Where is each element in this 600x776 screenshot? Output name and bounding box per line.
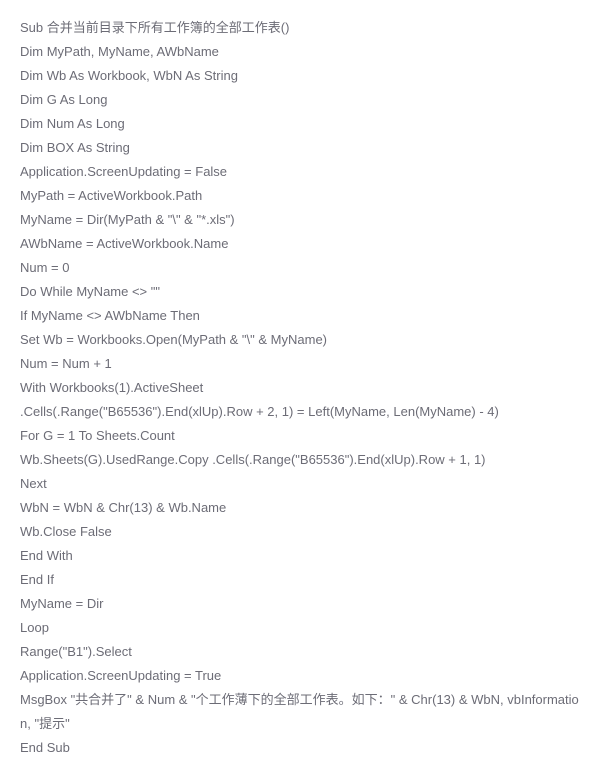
code-line: Application.ScreenUpdating = True	[20, 664, 580, 688]
code-line: Do While MyName <> ""	[20, 280, 580, 304]
code-line: End If	[20, 568, 580, 592]
code-line: WbN = WbN & Chr(13) & Wb.Name	[20, 496, 580, 520]
code-line: For G = 1 To Sheets.Count	[20, 424, 580, 448]
code-line: Num = 0	[20, 256, 580, 280]
code-line: AWbName = ActiveWorkbook.Name	[20, 232, 580, 256]
code-line: Dim Num As Long	[20, 112, 580, 136]
code-line: MyPath = ActiveWorkbook.Path	[20, 184, 580, 208]
code-line: Range("B1").Select	[20, 640, 580, 664]
code-line: Sub 合并当前目录下所有工作簿的全部工作表()	[20, 16, 580, 40]
code-line: End Sub	[20, 736, 580, 760]
code-line: Dim G As Long	[20, 88, 580, 112]
code-line: Wb.Close False	[20, 520, 580, 544]
code-line: Loop	[20, 616, 580, 640]
code-line: End With	[20, 544, 580, 568]
code-line: Dim MyPath, MyName, AWbName	[20, 40, 580, 64]
code-line: Dim Wb As Workbook, WbN As String	[20, 64, 580, 88]
code-line: Application.ScreenUpdating = False	[20, 160, 580, 184]
code-line: With Workbooks(1).ActiveSheet	[20, 376, 580, 400]
code-line: MyName = Dir(MyPath & "\" & "*.xls")	[20, 208, 580, 232]
code-line: Wb.Sheets(G).UsedRange.Copy .Cells(.Rang…	[20, 448, 580, 472]
vba-code-block: Sub 合并当前目录下所有工作簿的全部工作表()Dim MyPath, MyNa…	[20, 16, 580, 760]
code-line: .Cells(.Range("B65536").End(xlUp).Row + …	[20, 400, 580, 424]
code-line: Next	[20, 472, 580, 496]
code-line: Dim BOX As String	[20, 136, 580, 160]
code-line: Num = Num + 1	[20, 352, 580, 376]
code-line: MsgBox "共合并了" & Num & "个工作薄下的全部工作表。如下：" …	[20, 688, 580, 736]
code-line: MyName = Dir	[20, 592, 580, 616]
code-line: If MyName <> AWbName Then	[20, 304, 580, 328]
code-line: Set Wb = Workbooks.Open(MyPath & "\" & M…	[20, 328, 580, 352]
